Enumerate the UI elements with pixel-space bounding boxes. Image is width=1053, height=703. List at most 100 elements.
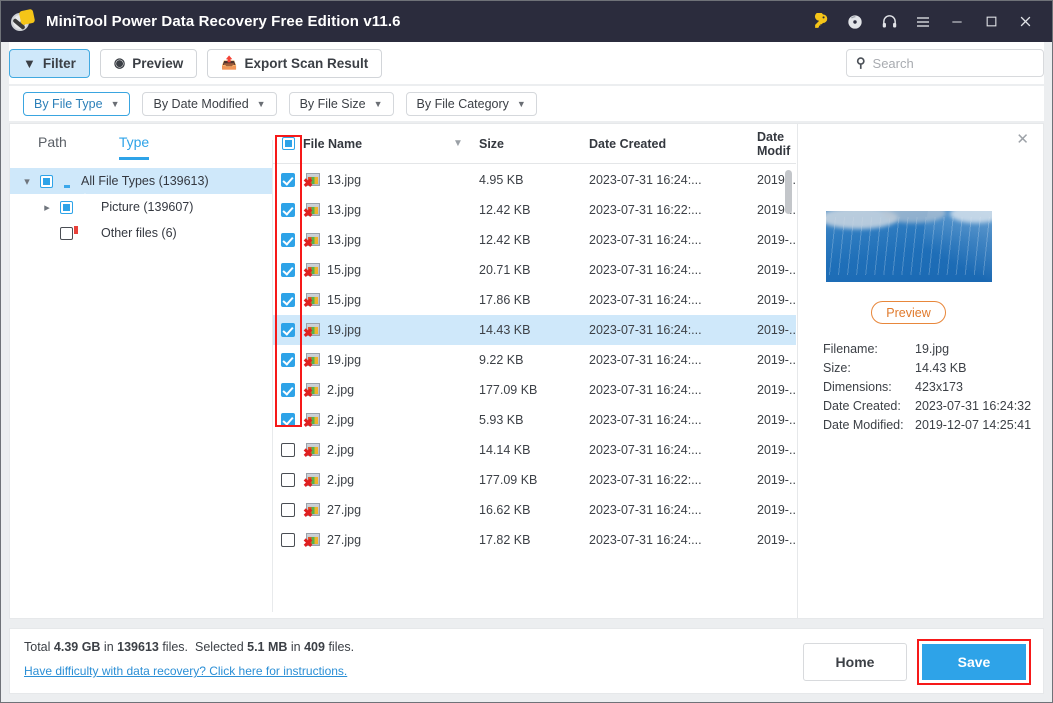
file-list-body[interactable]: ✖ 13.jpg 4.95 KB 2023-07-31 16:24:... 20… — [273, 165, 796, 618]
filter-chip-row: By File Type ▼ By Date Modified ▼ By Fil… — [9, 86, 1044, 121]
row-checkbox[interactable] — [281, 203, 295, 217]
minimize-button[interactable] — [940, 5, 974, 39]
table-row[interactable]: ✖ 27.jpg 17.82 KB 2023-07-31 16:24:... 2… — [273, 525, 796, 555]
column-header-size[interactable]: Size — [479, 137, 589, 151]
row-checkbox[interactable] — [281, 323, 295, 337]
chevron-down-icon[interactable]: ▾ — [20, 175, 34, 188]
tree-checkbox[interactable] — [60, 226, 73, 240]
row-checkbox[interactable] — [281, 503, 295, 517]
row-checkbox[interactable] — [281, 293, 295, 307]
preview-button[interactable]: ◉ Preview — [99, 48, 198, 78]
row-checkbox[interactable] — [281, 353, 295, 367]
tree-checkbox[interactable] — [40, 174, 53, 188]
cell-size: 14.43 KB — [479, 323, 531, 337]
column-header-date-modified[interactable]: Date Modif — [757, 130, 796, 158]
close-button[interactable] — [1008, 5, 1042, 39]
chip-by-file-size[interactable]: By File Size ▼ — [288, 91, 394, 116]
table-row[interactable]: ✖ 13.jpg 12.42 KB 2023-07-31 16:24:... 2… — [273, 225, 796, 255]
cell-file-name: 15.jpg — [327, 293, 362, 307]
selected-count: 409 — [304, 640, 325, 654]
table-row[interactable]: ✖ 19.jpg 14.43 KB 2023-07-31 16:24:... 2… — [273, 315, 796, 345]
monitor-icon — [59, 174, 75, 188]
table-row[interactable]: ✖ 19.jpg 9.22 KB 2023-07-31 16:24:... 20… — [273, 345, 796, 375]
close-preview-icon[interactable]: ✕ — [1016, 132, 1029, 147]
cell-size: 177.09 KB — [479, 383, 538, 397]
cell-file-name: 2.jpg — [327, 443, 355, 457]
maximize-button[interactable] — [974, 5, 1008, 39]
table-row[interactable]: ✖ 2.jpg 177.09 KB 2023-07-31 16:24:... 2… — [273, 375, 796, 405]
key-icon[interactable] — [804, 5, 838, 39]
status-summary: Total 4.39 GB in 139613 files. Selected … — [24, 640, 354, 654]
home-button[interactable]: Home — [803, 643, 907, 681]
chip-label: By File Size — [299, 96, 366, 111]
table-row[interactable]: ✖ 2.jpg 177.09 KB 2023-07-31 16:22:... 2… — [273, 465, 796, 495]
table-row[interactable]: ✖ 15.jpg 20.71 KB 2023-07-31 16:24:... 2… — [273, 255, 796, 285]
save-button[interactable]: Save — [922, 644, 1026, 680]
chip-label: By Date Modified — [153, 96, 249, 111]
table-row[interactable]: ✖ 15.jpg 17.86 KB 2023-07-31 16:24:... 2… — [273, 285, 796, 315]
cell-date-created: 2023-07-31 16:24:... — [589, 293, 702, 307]
search-input[interactable] — [872, 55, 1034, 71]
table-row[interactable]: ✖ 2.jpg 14.14 KB 2023-07-31 16:24:... 20… — [273, 435, 796, 465]
table-row[interactable]: ✖ 27.jpg 16.62 KB 2023-07-31 16:24:... 2… — [273, 495, 796, 525]
row-checkbox[interactable] — [281, 413, 295, 427]
row-checkbox[interactable] — [281, 173, 295, 187]
cell-date-created: 2023-07-31 16:24:... — [589, 383, 702, 397]
metadata-label: Date Modified: — [823, 417, 904, 432]
metadata-value: 2019-12-07 14:25:41 — [915, 417, 1032, 432]
cell-file-name: 19.jpg — [327, 353, 362, 367]
select-all-checkbox[interactable] — [273, 137, 303, 150]
search-box[interactable]: ⚲ — [846, 49, 1044, 77]
row-checkbox[interactable] — [281, 473, 295, 487]
cell-date-created: 2023-07-31 16:24:... — [589, 353, 702, 367]
cell-date-created: 2023-07-31 16:24:... — [589, 263, 702, 277]
chip-by-file-category[interactable]: By File Category ▼ — [405, 91, 537, 116]
file-list-scrollbar[interactable] — [785, 170, 792, 610]
row-checkbox[interactable] — [281, 533, 295, 547]
chevron-down-icon: ▼ — [256, 98, 266, 109]
preview-panel: ✕ Preview Filename: 19.jpg Size: 14.43 K… — [797, 124, 1043, 618]
chip-by-date-modified[interactable]: By Date Modified ▼ — [142, 91, 277, 116]
tree-item-picture[interactable]: ▸ Picture (139607) — [10, 194, 272, 220]
selected-size: 5.1 MB — [247, 640, 288, 654]
metadata-value: 19.jpg — [915, 341, 950, 356]
metadata-row: Date Created: 2023-07-31 16:24:32 — [823, 396, 1031, 415]
column-header-date-created[interactable]: Date Created — [589, 137, 757, 151]
help-link[interactable]: Have difficulty with data recovery? Clic… — [24, 664, 347, 678]
chip-label: By File Category — [416, 96, 509, 111]
table-row[interactable]: ✖ 13.jpg 4.95 KB 2023-07-31 16:24:... 20… — [273, 165, 796, 195]
metadata-row: Dimensions: 423x173 — [823, 377, 1031, 396]
tree-item-other-files[interactable]: ▸ Other files (6) — [10, 220, 272, 246]
cell-file-name: 2.jpg — [327, 413, 355, 427]
cell-date-created: 2023-07-31 16:22:... — [589, 473, 702, 487]
export-scan-result-button[interactable]: 📤 Export Scan Result — [207, 48, 383, 78]
table-row[interactable]: ✖ 2.jpg 5.93 KB 2023-07-31 16:24:... 201… — [273, 405, 796, 435]
headphones-icon[interactable] — [872, 5, 906, 39]
metadata-value: 2023-07-31 16:24:32 — [915, 398, 1032, 413]
file-list-header: File Name ▼ Size Date Created Date Modif — [273, 124, 796, 164]
disc-icon[interactable] — [838, 5, 872, 39]
row-checkbox[interactable] — [281, 443, 295, 457]
row-checkbox[interactable] — [281, 263, 295, 277]
chevron-right-icon[interactable]: ▸ — [40, 201, 54, 214]
cell-file-name: 13.jpg — [327, 173, 362, 187]
tree-checkbox[interactable] — [60, 200, 73, 214]
cell-size: 17.86 KB — [479, 293, 531, 307]
file-type-tree: ▾ All File Types (139613) ▸ Picture (139… — [10, 160, 272, 246]
chip-by-file-type[interactable]: By File Type ▼ — [23, 91, 131, 116]
filter-button[interactable]: ▼ Filter — [9, 48, 90, 78]
tree-item-label: Other files (6) — [101, 226, 177, 240]
tab-type[interactable]: Type — [118, 134, 150, 160]
hamburger-menu-icon[interactable] — [906, 5, 940, 39]
jpg-file-icon: ✖ — [303, 292, 320, 309]
column-header-file-name[interactable]: File Name — [303, 137, 453, 151]
tab-path[interactable]: Path — [38, 134, 67, 160]
row-checkbox[interactable] — [281, 233, 295, 247]
image-thumbnail — [826, 211, 992, 282]
table-row[interactable]: ✖ 13.jpg 12.42 KB 2023-07-31 16:22:... 2… — [273, 195, 796, 225]
row-checkbox[interactable] — [281, 383, 295, 397]
preview-action-button[interactable]: Preview — [871, 301, 946, 324]
scrollbar-thumb[interactable] — [785, 170, 792, 214]
tree-item-all-file-types[interactable]: ▾ All File Types (139613) — [10, 168, 272, 194]
sort-arrow-icon[interactable]: ▼ — [453, 138, 479, 149]
